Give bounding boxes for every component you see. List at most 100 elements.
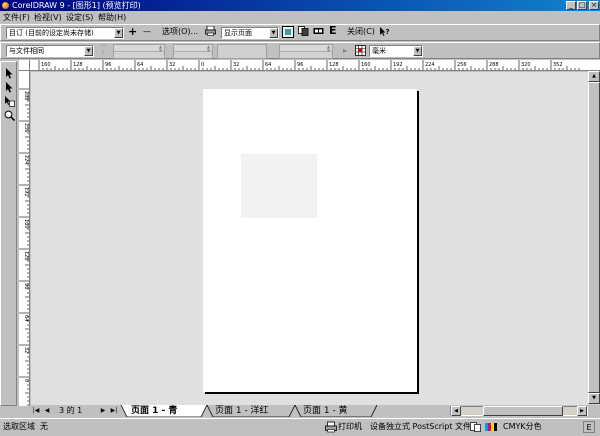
maximize-button[interactable]: □ — [577, 1, 587, 10]
color-bars-icon — [485, 423, 499, 431]
ruler-label: 96 — [105, 62, 111, 68]
units-value: 毫米 — [372, 47, 386, 55]
first-page-button[interactable]: |◀ — [31, 405, 41, 417]
layout-icon[interactable] — [312, 26, 324, 38]
grid-icon[interactable] — [354, 45, 366, 57]
selection-label: 选取区域 — [3, 422, 35, 431]
printer-label: 打印机 — [338, 422, 362, 431]
separations-icon[interactable] — [297, 26, 309, 38]
tab-yellow[interactable]: 页面 1 - 黄 — [303, 405, 348, 417]
menu-file[interactable]: 文件(F) — [3, 12, 30, 23]
page-counter: 3 的 1 — [59, 406, 83, 415]
emulsion-button[interactable]: E — [329, 25, 337, 37]
ruler-label: 256 — [457, 62, 467, 68]
print-preview-toolbar: 目订 (目前的设定尚未存储) ▼ + — 选项(O)... 显示页面 ▼ E 关… — [0, 24, 600, 41]
title-bar: CorelDRAW 9 - [图形1] (预览打印) _ □ × — [0, 0, 600, 11]
ruler-label: 96 — [297, 62, 303, 68]
menu-view[interactable]: 检视(V) — [34, 12, 62, 23]
ruler-label: 32 — [169, 62, 175, 68]
toolbox — [0, 61, 17, 406]
ruler-label: 256 — [23, 123, 29, 133]
ruler-label: 192 — [393, 62, 403, 68]
ruler-corner[interactable] — [19, 60, 30, 71]
full-screen-preview-icon[interactable] — [282, 26, 294, 38]
ruler-label: 32 — [233, 62, 239, 68]
status-bar: 选取区域 无 打印机 设备独立式 PostScript 文件 CMYK分色 E — [0, 418, 600, 436]
horizontal-scrollbar[interactable]: ◀ ▶ — [450, 406, 588, 416]
options-button[interactable]: 选项(O)... — [162, 26, 198, 38]
units-select[interactable]: 毫米 ▼ — [369, 45, 423, 57]
printer-icon[interactable] — [204, 25, 216, 38]
preset-value: 目订 (目前的设定尚未存储) — [9, 29, 94, 37]
preview-canvas[interactable] — [31, 72, 588, 405]
ruler-label: 160 — [41, 62, 51, 68]
ruler-label: 128 — [329, 62, 339, 68]
scroll-down-button[interactable]: ▼ — [588, 393, 600, 404]
menu-help[interactable]: 帮助(H) — [98, 12, 126, 23]
zoom-tool-icon[interactable] — [3, 110, 15, 122]
scale-field — [217, 44, 267, 59]
printer-value: 设备独立式 PostScript 文件 — [370, 422, 472, 431]
remove-preset-button[interactable]: — — [143, 26, 151, 38]
lock-ratio-icon[interactable]: ▸ — [339, 45, 351, 57]
scale-y-field[interactable] — [279, 51, 333, 59]
scroll-left-button[interactable]: ◀ — [451, 406, 461, 416]
svg-text:?: ? — [385, 28, 389, 36]
window-title: CorelDRAW 9 - [图形1] (预览打印) — [12, 1, 141, 10]
ruler-label: 128 — [73, 62, 83, 68]
ruler-label: 320 — [521, 62, 531, 68]
chevron-down-icon: ▼ — [114, 28, 123, 38]
next-page-button[interactable]: ▶ — [98, 405, 108, 417]
view-select[interactable]: 显示页面 ▼ — [221, 27, 279, 39]
ruler-label: 192 — [23, 187, 29, 197]
color-mode: CMYK分色 — [503, 422, 542, 431]
ruler-label: 160 — [361, 62, 371, 68]
horizontal-scroll-thumb[interactable] — [483, 406, 563, 416]
vertical-scrollbar[interactable]: ▲ ▼ — [588, 71, 600, 405]
page-object[interactable] — [241, 154, 317, 218]
tab-magenta[interactable]: 页面 1 - 洋红 — [215, 405, 269, 417]
scroll-thumb[interactable] — [588, 82, 600, 393]
horizontal-ruler: 160 128 96 64 32 0 32 64 96 128 160 192 224 256 288 320… — [30, 60, 600, 71]
marquee-tool-icon[interactable] — [3, 82, 15, 94]
pick-tool-icon[interactable] — [3, 68, 15, 80]
printer-status-icon — [325, 421, 337, 433]
tab-cyan[interactable]: 页面 1 - 青 — [131, 405, 177, 417]
ruler-label: 64 — [23, 315, 29, 321]
ruler-label: 64 — [265, 62, 271, 68]
preset-select[interactable]: 目订 (目前的设定尚未存储) ▼ — [6, 27, 124, 39]
ruler-label: 96 — [23, 283, 29, 289]
ruler-label: 288 — [23, 91, 29, 101]
whats-this-help-icon[interactable]: ? — [378, 26, 390, 38]
layout-toolbar: 与文件相同 ▼ ⇔ ⇕ ▲ ▼ ▲ ▼ ▲ ▼ ▸ 毫米 ▼ — [0, 42, 600, 59]
scroll-up-button[interactable]: ▲ — [588, 71, 600, 82]
imposition-tool-icon[interactable] — [3, 96, 15, 108]
ruler-label: 224 — [23, 155, 29, 165]
previous-page-button[interactable]: ◀ — [42, 405, 52, 417]
chevron-down-icon: ▼ — [413, 46, 422, 56]
position-select[interactable]: 与文件相同 ▼ — [6, 45, 94, 57]
ruler-label: 288 — [489, 62, 499, 68]
ruler-label: 0 — [23, 379, 29, 382]
ruler-label: 64 — [137, 62, 143, 68]
scroll-right-button[interactable]: ▶ — [577, 406, 587, 416]
selection-value: 无 — [40, 422, 48, 431]
ruler-label: 0 — [201, 62, 204, 68]
height-field[interactable] — [173, 51, 213, 59]
chevron-down-icon: ▼ — [269, 28, 278, 38]
app-icon — [2, 2, 9, 9]
position-y-field[interactable] — [113, 51, 165, 59]
emulsion-status-icon: E — [583, 421, 595, 433]
add-preset-button[interactable]: + — [128, 26, 137, 38]
ruler-label: 128 — [23, 251, 29, 261]
close-window-button[interactable]: × — [589, 1, 599, 10]
ruler-label: 160 — [23, 219, 29, 229]
close-preview-button[interactable]: 关闭(C) — [347, 26, 375, 38]
menu-settings[interactable]: 设定(S) — [66, 12, 93, 23]
position-value: 与文件相同 — [9, 47, 44, 55]
vertical-ruler: 288 256 224 192 160 128 96 64 32 0 — [19, 71, 30, 406]
last-page-button[interactable]: ▶| — [109, 405, 119, 417]
ruler-label: 352 — [553, 62, 563, 68]
pages-icon — [470, 422, 482, 432]
minimize-button[interactable]: _ — [566, 1, 576, 10]
